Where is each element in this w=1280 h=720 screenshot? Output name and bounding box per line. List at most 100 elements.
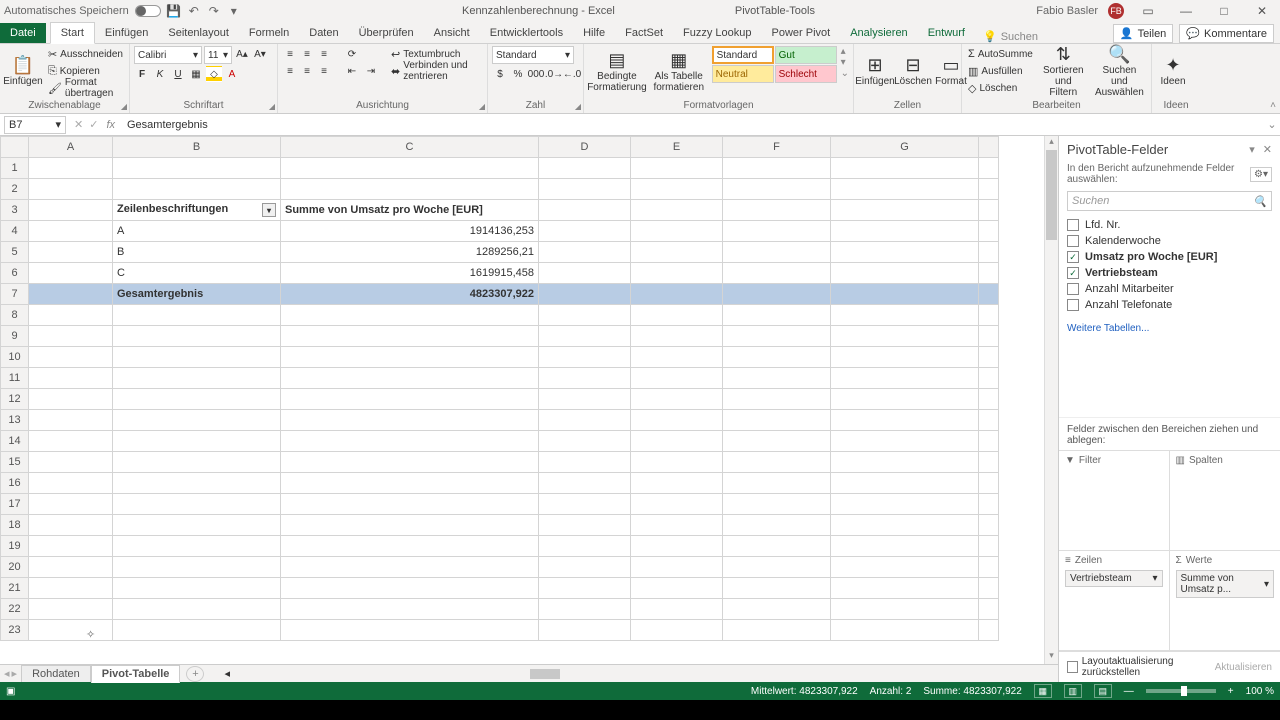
checkbox-icon[interactable] xyxy=(1067,219,1079,231)
expand-formula-bar-icon[interactable]: ⌄ xyxy=(1264,118,1280,131)
align-bottom-icon[interactable]: ≡ xyxy=(316,46,332,62)
font-name-select[interactable]: Calibri▾ xyxy=(134,46,202,64)
pivot-value-header[interactable]: Summe von Umsatz pro Woche [EUR] xyxy=(281,200,539,221)
columns-area[interactable]: ▥Spalten xyxy=(1170,451,1280,551)
merge-center-button[interactable]: ⬌Verbinden und zentrieren xyxy=(389,63,483,79)
dialog-launcher-icon[interactable]: ◢ xyxy=(269,102,275,111)
user-avatar[interactable]: FB xyxy=(1108,3,1124,19)
scroll-up-icon[interactable]: ▴ xyxy=(1045,136,1058,150)
col-header[interactable]: B xyxy=(113,137,281,158)
tab-analysieren[interactable]: Analysieren xyxy=(840,23,917,43)
row-header[interactable]: 13 xyxy=(1,410,29,431)
filter-area[interactable]: ▼Filter xyxy=(1059,451,1170,551)
undo-icon[interactable]: ↶ xyxy=(187,4,201,18)
tab-nav-last-icon[interactable]: ▸ xyxy=(12,667,18,680)
record-macro-icon[interactable]: ▣ xyxy=(6,686,15,697)
pivot-value-cell[interactable]: 1619915,458 xyxy=(281,263,539,284)
gallery-down-icon[interactable]: ▾ xyxy=(841,57,849,68)
tab-nav-first-icon[interactable]: ◂ xyxy=(4,667,10,680)
indent-inc-icon[interactable]: ⇥ xyxy=(363,63,379,79)
field-item[interactable]: Kalenderwoche xyxy=(1067,233,1272,249)
sheet-tab[interactable]: Rohdaten xyxy=(21,665,91,682)
pivot-value-cell[interactable]: 1914136,253 xyxy=(281,221,539,242)
page-break-view-icon[interactable]: ▤ xyxy=(1094,684,1112,698)
field-item[interactable]: ✓Vertriebsteam xyxy=(1067,265,1272,281)
delete-cells-button[interactable]: ⊟Löschen xyxy=(896,46,930,96)
inc-decimal-icon[interactable]: .0→ xyxy=(546,66,562,82)
dialog-launcher-icon[interactable]: ◢ xyxy=(575,102,581,111)
field-item[interactable]: Anzahl Mitarbeiter xyxy=(1067,281,1272,297)
normal-view-icon[interactable]: ▦ xyxy=(1034,684,1052,698)
horizontal-scrollbar[interactable]: ◂ xyxy=(224,667,1058,680)
tab-daten[interactable]: Daten xyxy=(299,23,348,43)
tab-ansicht[interactable]: Ansicht xyxy=(424,23,480,43)
align-center-icon[interactable]: ≡ xyxy=(299,63,315,79)
tab-hilfe[interactable]: Hilfe xyxy=(573,23,615,43)
share-button[interactable]: 👤 Teilen xyxy=(1113,24,1173,43)
add-sheet-button[interactable]: + xyxy=(186,666,204,682)
gallery-up-icon[interactable]: ▴ xyxy=(841,46,849,57)
tab-einfuegen[interactable]: Einfügen xyxy=(95,23,158,43)
chevron-down-icon[interactable]: ▾ xyxy=(1152,573,1157,584)
ribbon-options-icon[interactable]: ▭ xyxy=(1134,4,1162,18)
percent-icon[interactable]: % xyxy=(510,66,526,82)
pane-options-icon[interactable]: ▾ xyxy=(1249,143,1255,156)
style-neutral[interactable]: Neutral xyxy=(712,65,774,83)
pivot-row-label[interactable]: A xyxy=(113,221,281,242)
paste-button[interactable]: 📋 Einfügen xyxy=(4,46,42,96)
accept-formula-icon[interactable]: ✓ xyxy=(89,118,98,131)
field-item[interactable]: Anzahl Telefonate xyxy=(1067,297,1272,313)
col-header[interactable]: F xyxy=(723,137,831,158)
row-header[interactable]: 10 xyxy=(1,347,29,368)
rows-area[interactable]: ≡Zeilen Vertriebsteam▾ xyxy=(1059,551,1170,651)
row-header[interactable]: 14 xyxy=(1,431,29,452)
pivot-total-label[interactable]: Gesamtergebnis xyxy=(113,284,281,305)
row-header[interactable]: 12 xyxy=(1,389,29,410)
worksheet-grid[interactable]: A B C D E F G 1 2 3 Zeilenbeschriftung xyxy=(0,136,1044,664)
italic-button[interactable]: K xyxy=(152,66,168,82)
dialog-launcher-icon[interactable]: ◢ xyxy=(121,102,127,111)
tab-entwurf[interactable]: Entwurf xyxy=(918,23,975,43)
row-header[interactable]: 11 xyxy=(1,368,29,389)
field-item[interactable]: Lfd. Nr. xyxy=(1067,217,1272,233)
checkbox-icon[interactable] xyxy=(1067,283,1079,295)
conditional-formatting-button[interactable]: ▤Bedingte Formatierung xyxy=(588,46,646,96)
checkbox-icon[interactable]: ✓ xyxy=(1067,267,1079,279)
more-tables-link[interactable]: Weitere Tabellen... xyxy=(1059,319,1280,338)
checkbox-icon[interactable] xyxy=(1067,235,1079,247)
row-header[interactable]: 19 xyxy=(1,536,29,557)
row-header[interactable]: 2 xyxy=(1,179,29,200)
fill-color-button[interactable]: ◇ xyxy=(206,66,222,82)
gallery-more-icon[interactable]: ⌄ xyxy=(841,68,849,79)
tab-factset[interactable]: FactSet xyxy=(615,23,673,43)
chevron-down-icon[interactable]: ▾ xyxy=(1264,579,1269,590)
values-area[interactable]: ΣWerte Summe von Umsatz p...▾ xyxy=(1170,551,1280,651)
save-icon[interactable]: 💾 xyxy=(167,4,181,18)
format-painter-button[interactable]: 🖌Format übertragen xyxy=(46,80,125,96)
toggle-switch-icon[interactable] xyxy=(135,5,161,17)
underline-button[interactable]: U xyxy=(170,66,186,82)
tell-me-search[interactable]: 💡 Suchen xyxy=(975,30,1046,43)
fill-button[interactable]: ▥Ausfüllen xyxy=(966,63,1035,79)
zoom-in-icon[interactable]: + xyxy=(1228,686,1234,697)
bold-button[interactable]: F xyxy=(134,66,150,82)
field-item[interactable]: ✓Umsatz pro Woche [EUR] xyxy=(1067,249,1272,265)
align-top-icon[interactable]: ≡ xyxy=(282,46,298,62)
filter-dropdown-icon[interactable]: ▾ xyxy=(262,203,276,217)
style-gut[interactable]: Gut xyxy=(775,46,837,64)
tab-formeln[interactable]: Formeln xyxy=(239,23,299,43)
checkbox-icon[interactable] xyxy=(1067,661,1078,673)
font-size-select[interactable]: 11▾ xyxy=(204,46,232,64)
col-header[interactable]: A xyxy=(29,137,113,158)
formula-input[interactable]: Gesamtergebnis xyxy=(121,119,1264,131)
vertical-scrollbar[interactable]: ▴ ▾ xyxy=(1044,136,1058,664)
fx-icon[interactable]: fx xyxy=(106,119,121,131)
align-right-icon[interactable]: ≡ xyxy=(316,63,332,79)
area-field-item[interactable]: Summe von Umsatz p...▾ xyxy=(1176,570,1275,598)
currency-icon[interactable]: $ xyxy=(492,66,508,82)
style-schlecht[interactable]: Schlecht xyxy=(775,65,837,83)
dialog-launcher-icon[interactable]: ◢ xyxy=(479,102,485,111)
comments-button[interactable]: 💬 Kommentare xyxy=(1179,24,1274,43)
row-header[interactable]: 5 xyxy=(1,242,29,263)
zoom-slider[interactable] xyxy=(1146,689,1216,693)
